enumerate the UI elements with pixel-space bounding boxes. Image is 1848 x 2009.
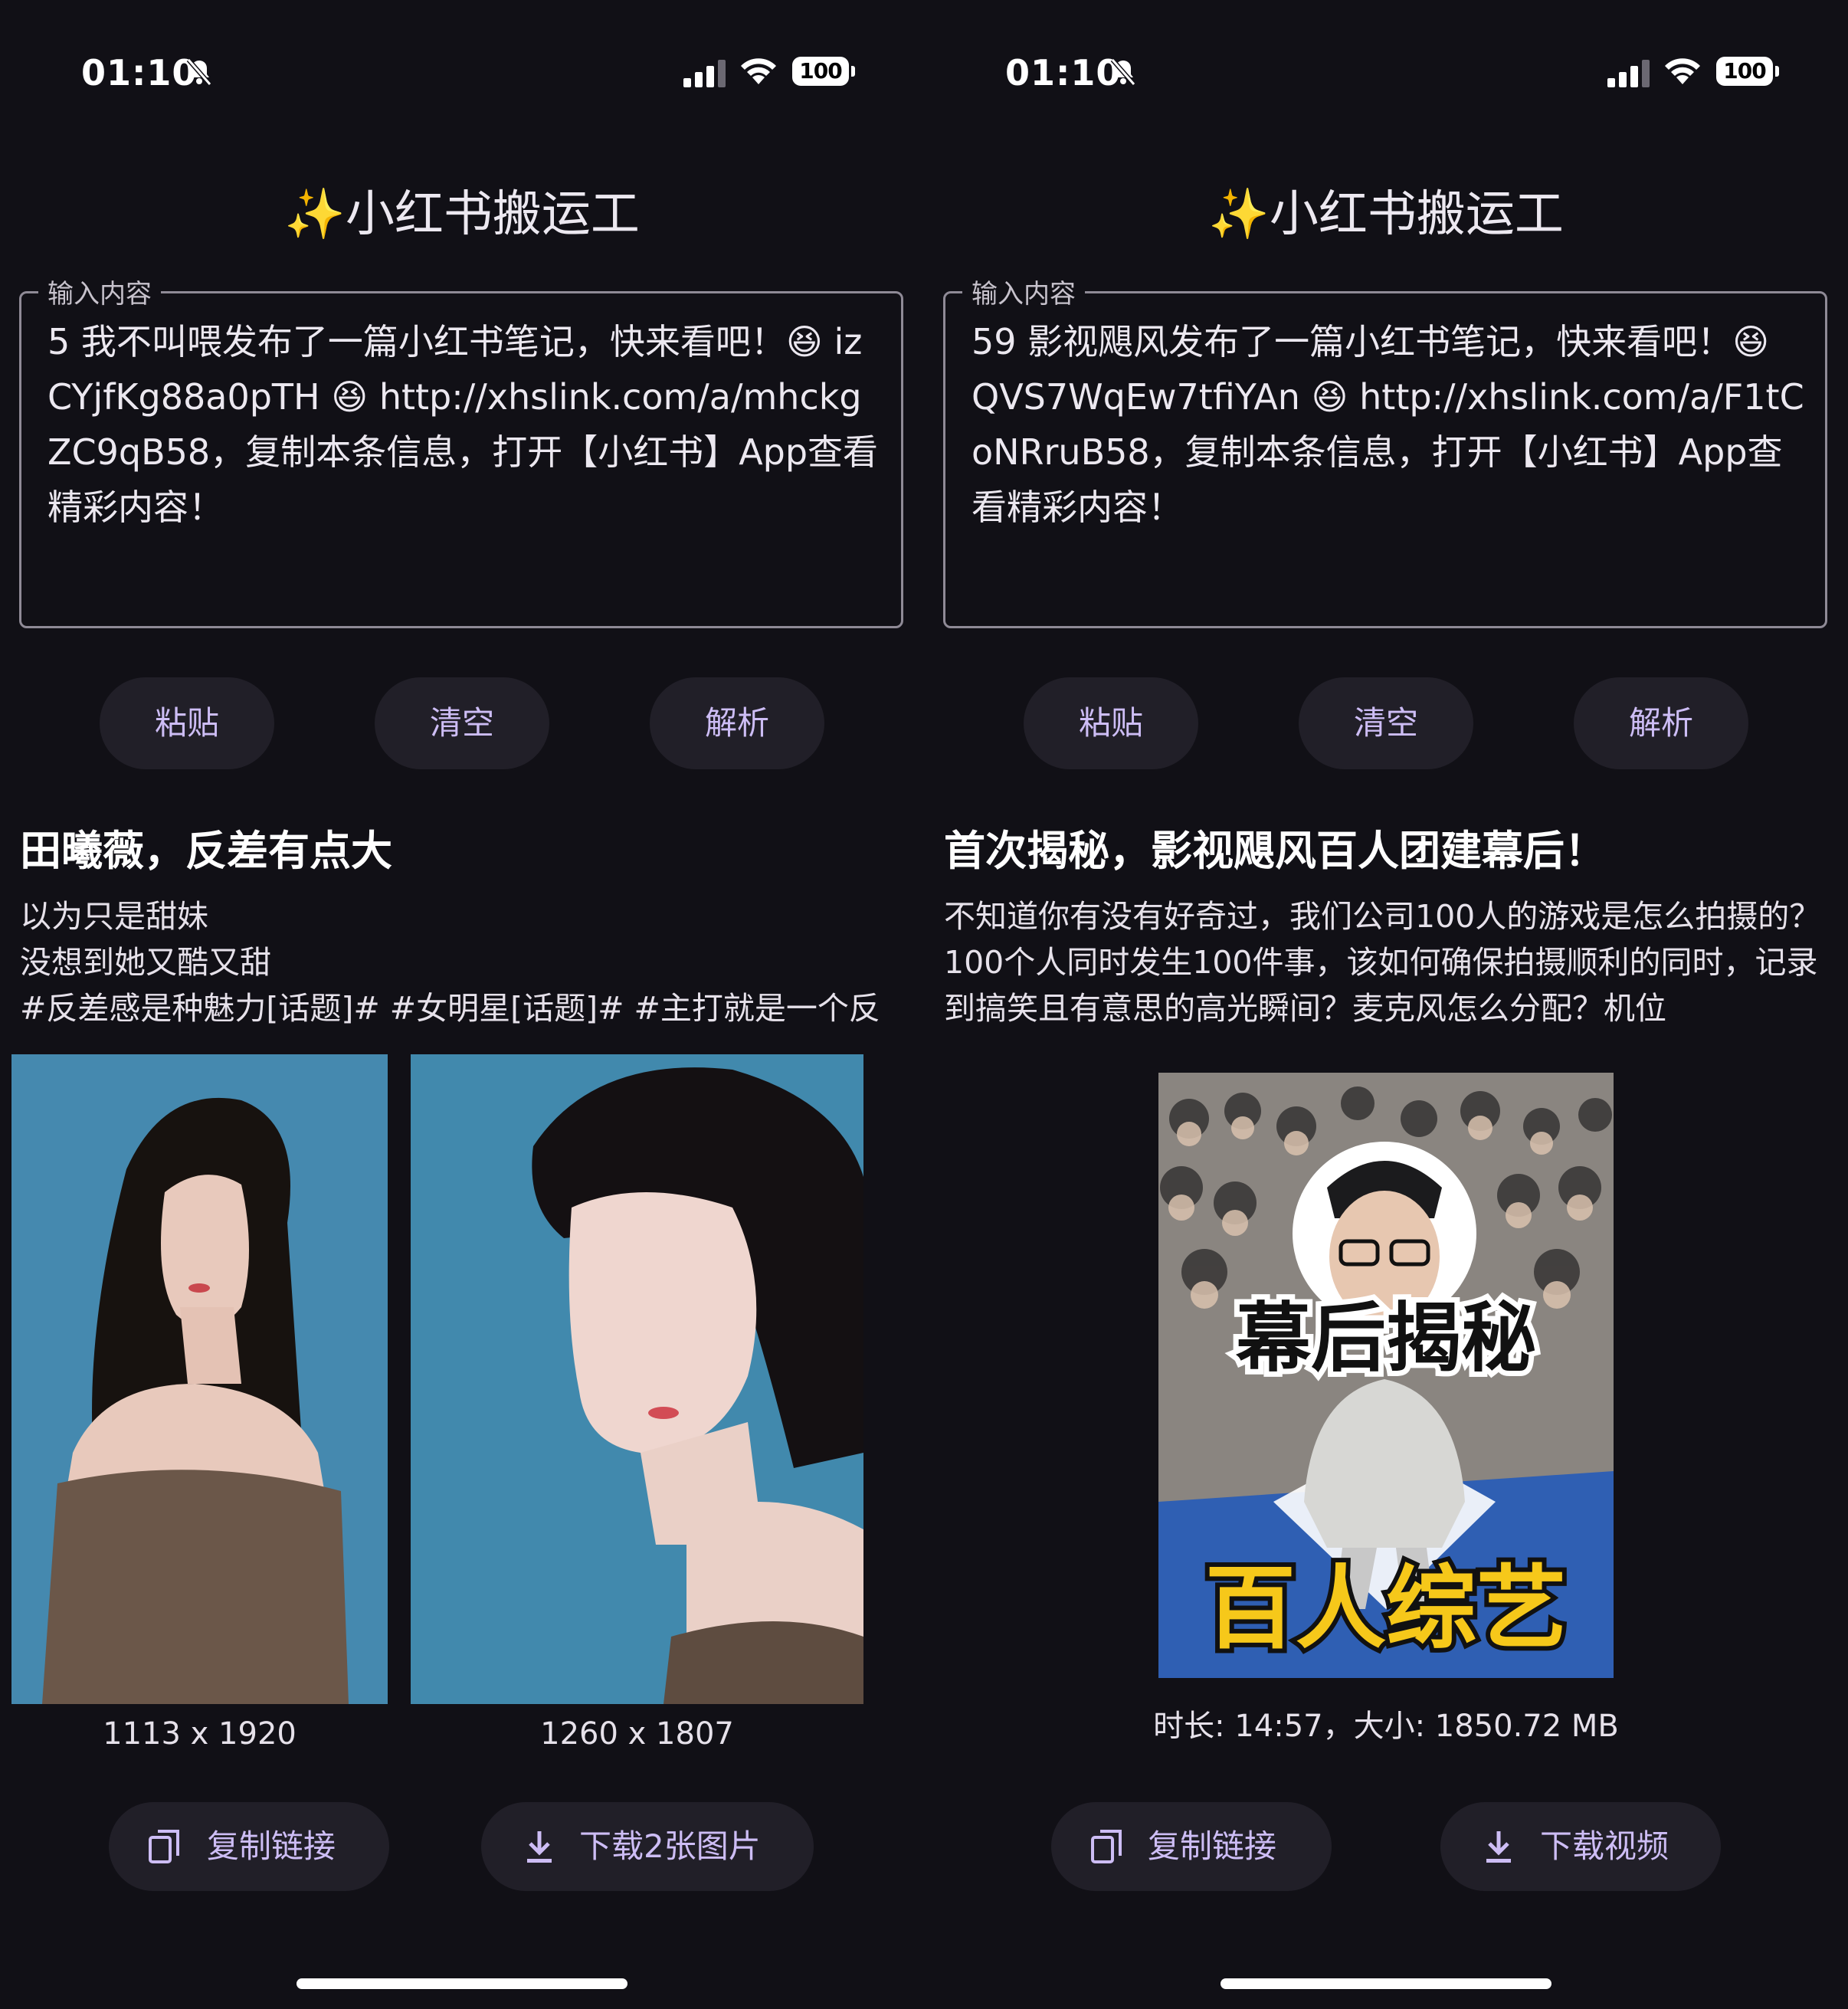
post-title: 首次揭秘，影视飓风百人团建幕后！	[944, 827, 1606, 875]
status-bar: 01:10 100	[0, 52, 924, 98]
battery-level: 100	[792, 57, 849, 86]
post-image-1[interactable]	[11, 1054, 388, 1704]
parse-button[interactable]: 解析	[650, 677, 824, 769]
download-video-button[interactable]: 下载视频	[1440, 1802, 1721, 1891]
copy-icon	[1091, 1830, 1122, 1863]
copy-link-button[interactable]: 复制链接	[109, 1802, 389, 1891]
bell-muted-icon	[186, 58, 212, 86]
copy-link-label: 复制链接	[1148, 1827, 1277, 1865]
content-input-label: 输入内容	[38, 273, 161, 310]
copy-link-button[interactable]: 复制链接	[1051, 1802, 1332, 1891]
content-input-label: 输入内容	[962, 273, 1085, 310]
paste-button[interactable]: 粘贴	[100, 677, 274, 769]
image-2-size: 1260 x 1807	[540, 1716, 734, 1752]
cellular-signal-icon	[683, 60, 726, 87]
app-title: ✨小红书搬运工	[0, 175, 924, 245]
copy-link-label: 复制链接	[207, 1827, 336, 1865]
image-1-size: 1113 x 1920	[103, 1716, 297, 1752]
cellular-signal-icon	[1607, 60, 1650, 87]
download-video-label: 下载视频	[1540, 1827, 1669, 1865]
screen-right: 01:10 100 ✨小红书搬运工 输入内容 59 影视飓风发布了一篇小红书笔记…	[924, 0, 1848, 2009]
sparkles-icon: ✨	[284, 186, 346, 243]
clear-button[interactable]: 清空	[1299, 677, 1473, 769]
post-image-2[interactable]	[411, 1054, 863, 1704]
post-title: 田曦薇，反差有点大	[20, 827, 392, 875]
status-time: 01:10	[1005, 52, 1122, 93]
video-info: 时长: 14:57，大小: 1850.72 MB	[1153, 1709, 1619, 1744]
app-title: ✨小红书搬运工	[924, 175, 1848, 245]
wifi-icon	[741, 58, 776, 84]
battery-icon: 100	[792, 57, 857, 86]
download-icon	[527, 1831, 552, 1863]
video-cover[interactable]: 幕后揭秘 百人综艺	[1158, 1073, 1614, 1678]
status-time: 01:10	[81, 52, 198, 93]
content-input-value[interactable]: 5 我不叫喂发布了一篇小红书笔记，快来看吧！😆 izCYjfKg88a0pTH …	[48, 314, 883, 535]
status-bar: 01:10 100	[924, 52, 1848, 98]
app-title-text: 小红书搬运工	[1269, 186, 1564, 243]
screen-left: 01:10 100 ✨小红书搬运工 输入内容 5 我不叫喂发布了一篇小红书笔记，…	[0, 0, 924, 2009]
download-icon	[1486, 1831, 1511, 1863]
sparkles-icon: ✨	[1208, 186, 1270, 243]
home-indicator[interactable]	[297, 1978, 627, 1989]
content-input-value[interactable]: 59 影视飓风发布了一篇小红书笔记，快来看吧！😆 QVS7WqEw7tfiYAn…	[972, 314, 1807, 535]
bell-muted-icon	[1110, 58, 1136, 86]
home-indicator[interactable]	[1221, 1978, 1551, 1989]
download-images-button[interactable]: 下载2张图片	[481, 1802, 814, 1891]
clear-button[interactable]: 清空	[375, 677, 549, 769]
wifi-icon	[1665, 58, 1700, 84]
copy-icon	[149, 1830, 179, 1863]
battery-icon: 100	[1716, 57, 1781, 86]
battery-level: 100	[1716, 57, 1773, 86]
cover-overlay-top: 幕后揭秘	[1235, 1296, 1536, 1380]
post-description: 不知道你有没有好奇过，我们公司100人的游戏是怎么拍摄的？100个人同时发生10…	[944, 898, 1821, 1027]
download-images-label: 下载2张图片	[579, 1827, 761, 1865]
paste-button[interactable]: 粘贴	[1024, 677, 1198, 769]
parse-button[interactable]: 解析	[1574, 677, 1748, 769]
app-title-text: 小红书搬运工	[345, 186, 640, 243]
cover-overlay-bottom: 百人综艺	[1205, 1558, 1567, 1660]
post-description: 以为只是甜妹 没想到她又酷又甜 #反差感是种魅力[话题]# #女明星[话题]# …	[20, 898, 880, 1027]
